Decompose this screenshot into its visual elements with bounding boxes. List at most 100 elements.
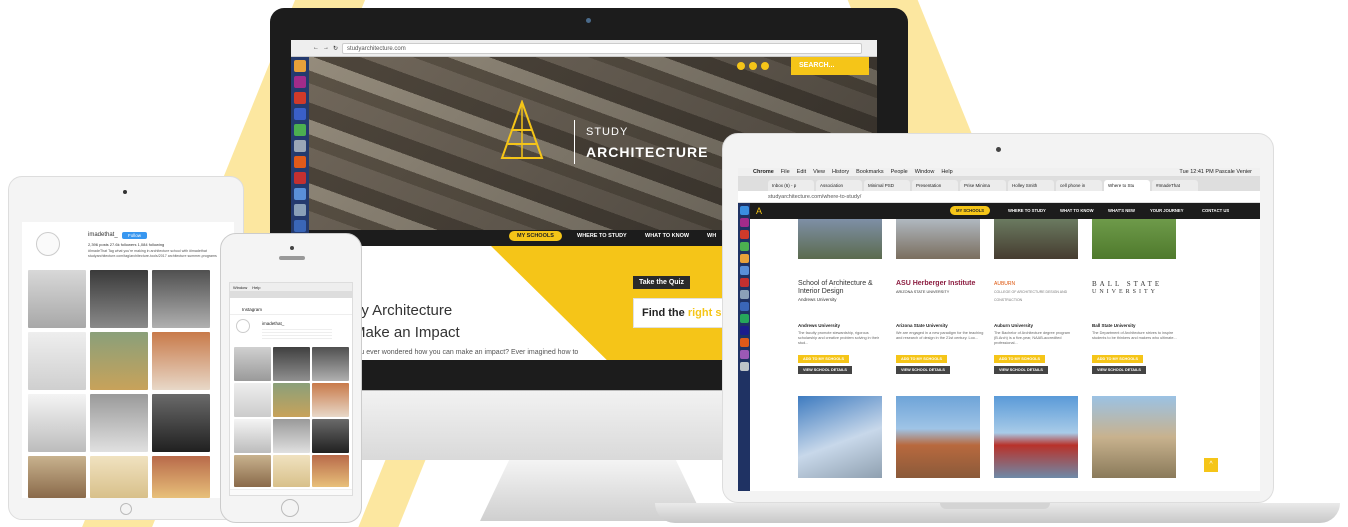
nav-whats-new[interactable]: WHAT'S NEW [1108,208,1135,213]
school-name[interactable]: Arizona State University [896,323,948,328]
browser-tab-active[interactable]: Where to Stu [1104,180,1150,191]
post-thumbnail[interactable] [273,455,310,487]
menu-edit[interactable]: Edit [797,169,806,175]
add-to-my-schools-button[interactable]: ADD TO MY SCHOOLS [896,355,947,363]
view-school-details-button[interactable]: VIEW SCHOOL DETAILS [1092,366,1146,374]
post-thumbnail[interactable] [273,419,310,453]
browser-tab[interactable]: Prise Minima [960,180,1006,191]
post-thumbnail[interactable] [152,394,210,452]
browser-tab[interactable]: Inbox (6) - p [768,180,814,191]
social-icon[interactable] [749,62,757,70]
post-thumbnail[interactable] [152,456,210,498]
view-school-details-button[interactable]: VIEW SCHOOL DETAILS [896,366,950,374]
view-school-details-button[interactable]: VIEW SCHOOL DETAILS [798,366,852,374]
dock-app-icon[interactable] [294,220,306,232]
menu-help[interactable]: Help [941,169,952,175]
post-thumbnail[interactable] [234,419,271,453]
school-name[interactable]: Andrews University [798,323,840,328]
follow-button[interactable]: Follow [122,232,148,239]
phone-home-button[interactable] [281,499,299,517]
dock-app-icon[interactable] [294,124,306,136]
menu-history[interactable]: History [832,169,849,175]
post-thumbnail[interactable] [28,270,86,328]
post-thumbnail[interactable] [28,456,86,498]
site-logo-icon[interactable]: A [756,206,762,216]
social-icon[interactable] [761,62,769,70]
dock-app-icon[interactable] [739,242,749,251]
avatar[interactable] [36,232,60,256]
dock-app-icon[interactable] [294,156,306,168]
dock-app-icon[interactable] [294,108,306,120]
browser-tab[interactable]: cell phone in [1056,180,1102,191]
dock-app-icon[interactable] [739,218,749,227]
school-photo[interactable] [994,219,1078,259]
take-quiz-label[interactable]: Take the Quiz [633,276,690,289]
add-to-my-schools-button[interactable]: ADD TO MY SCHOOLS [798,355,849,363]
menu-people[interactable]: People [891,169,908,175]
post-thumbnail[interactable] [90,332,148,390]
menu-bookmarks[interactable]: Bookmarks [856,169,884,175]
view-school-details-button[interactable]: VIEW SCHOOL DETAILS [994,366,1048,374]
post-thumbnail[interactable] [28,394,86,452]
school-photo[interactable] [798,219,882,259]
school-photo[interactable] [1092,219,1176,259]
menu-window[interactable]: Window [915,169,935,175]
menu-window[interactable]: Window [233,285,247,290]
address-bar[interactable]: studyarchitecture.com [342,42,863,54]
dock-app-icon[interactable] [294,60,306,72]
post-thumbnail[interactable] [273,347,310,381]
post-thumbnail[interactable] [90,456,148,498]
menu-file[interactable]: File [781,169,790,175]
nav-where-to-study[interactable]: WHERE TO STUDY [1008,208,1046,213]
school-photo[interactable] [896,219,980,259]
post-thumbnail[interactable] [234,383,271,417]
dock-app-icon[interactable] [739,362,749,371]
post-thumbnail[interactable] [312,455,349,487]
dock-app-icon[interactable] [739,302,749,311]
dock-app-icon[interactable] [294,172,306,184]
tablet-home-button[interactable] [120,503,132,515]
browser-tab[interactable]: #ImadeThat [1152,180,1198,191]
menu-chrome[interactable]: Chrome [753,169,774,175]
school-name[interactable]: Auburn University [994,323,1033,328]
post-thumbnail[interactable] [234,347,271,381]
dock-app-icon[interactable] [294,140,306,152]
menu-view[interactable]: View [813,169,825,175]
menubar-user[interactable]: Pascale Venier [1215,169,1252,175]
post-thumbnail[interactable] [152,270,210,328]
dock-app-icon[interactable] [739,266,749,275]
post-thumbnail[interactable] [90,270,148,328]
nav-what-to-know[interactable]: WHAT TO KNOW [1060,208,1094,213]
nav-my-schools[interactable]: MY SCHOOLS [509,231,562,241]
search-input[interactable]: SEARCH... [791,57,869,75]
nav-where-to-study[interactable]: WHERE TO STUDY [577,233,627,239]
post-thumbnail[interactable] [312,419,349,453]
browser-tab[interactable]: Holley Smith [1008,180,1054,191]
browser-tab[interactable]: Minimal PSD [864,180,910,191]
add-to-my-schools-button[interactable]: ADD TO MY SCHOOLS [1092,355,1143,363]
add-to-my-schools-button[interactable]: ADD TO MY SCHOOLS [994,355,1045,363]
avatar[interactable] [236,319,250,333]
nav-whats-new[interactable]: WH [707,233,716,239]
dock-app-icon[interactable] [739,314,749,323]
reload-icon[interactable]: ↻ [333,45,338,52]
dock-app-icon[interactable] [739,230,749,239]
dock-app-icon[interactable] [294,188,306,200]
forward-icon[interactable]: → [323,45,329,51]
dock-app-icon[interactable] [294,204,306,216]
dock-app-icon[interactable] [739,206,749,215]
nav-your-journey[interactable]: YOUR JOURNEY [1150,208,1184,213]
post-thumbnail[interactable] [312,383,349,417]
laptop-address-bar[interactable]: studyarchitecture.com/where-to-study/ [738,191,1260,203]
dock-app-icon[interactable] [739,350,749,359]
school-name[interactable]: Ball State University [1092,323,1136,328]
post-thumbnail[interactable] [28,332,86,390]
dock-app-icon[interactable] [739,278,749,287]
social-icon[interactable] [737,62,745,70]
nav-what-to-know[interactable]: WHAT TO KNOW [645,233,689,239]
post-thumbnail[interactable] [234,455,271,487]
dock-app-icon[interactable] [739,254,749,263]
scroll-to-top-button[interactable]: ^ [1204,458,1218,472]
dock-app-icon[interactable] [739,338,749,347]
phone-browser-tabs[interactable] [230,291,352,298]
